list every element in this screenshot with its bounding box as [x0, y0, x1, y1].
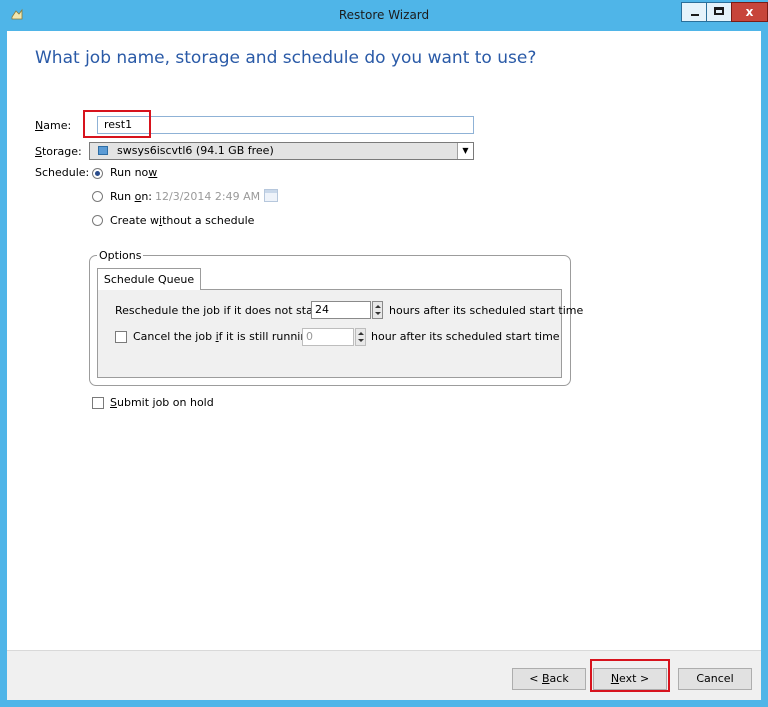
- maximize-icon: [714, 7, 724, 15]
- cancel-job-checkbox[interactable]: [115, 331, 127, 343]
- maximize-button[interactable]: [706, 2, 732, 22]
- reschedule-hours-stepper[interactable]: [372, 301, 383, 319]
- name-highlight-box: [83, 110, 151, 138]
- schedule-label: Schedule:: [35, 166, 90, 179]
- chevron-down-icon[interactable]: ▼: [457, 143, 473, 159]
- cancel-job-label[interactable]: Cancel the job if it is still running: [133, 330, 314, 343]
- window-title: Restore Wizard: [338, 8, 430, 22]
- calendar-icon[interactable]: [264, 189, 278, 202]
- back-button[interactable]: < Back: [512, 668, 586, 690]
- storage-value: swsys6iscvtl6 (94.1 GB free): [117, 144, 274, 157]
- close-icon: x: [745, 5, 754, 19]
- storage-dropdown[interactable]: swsys6iscvtl6 (94.1 GB free) ▼: [89, 142, 474, 160]
- run-on-label[interactable]: Run on:: [110, 190, 152, 203]
- page-heading: What job name, storage and schedule do y…: [35, 48, 537, 68]
- minimize-button[interactable]: [681, 2, 707, 22]
- cancel-suffix: hour after its scheduled start time: [371, 330, 560, 343]
- cancel-hours-stepper[interactable]: [355, 328, 366, 346]
- cancel-button[interactable]: Cancel: [678, 668, 752, 690]
- close-button[interactable]: x: [731, 2, 768, 22]
- name-input[interactable]: rest1: [97, 116, 474, 134]
- submit-on-hold-checkbox[interactable]: [92, 397, 104, 409]
- run-now-radio[interactable]: [92, 168, 103, 179]
- title-bar[interactable]: Restore Wizard x: [0, 0, 768, 31]
- options-legend: Options: [97, 249, 144, 262]
- submit-on-hold-label[interactable]: Submit job on hold: [110, 396, 214, 409]
- reschedule-label: Reschedule the job if it does not start: [115, 304, 322, 317]
- cancel-hours-input[interactable]: 0: [302, 328, 354, 346]
- reschedule-suffix: hours after its scheduled start time: [389, 304, 584, 317]
- minimize-icon: [691, 14, 699, 16]
- storage-label: Storage:: [35, 145, 82, 158]
- create-without-schedule-label[interactable]: Create without a schedule: [110, 214, 254, 227]
- create-without-schedule-radio[interactable]: [92, 215, 103, 226]
- run-now-label[interactable]: Run now: [110, 166, 157, 179]
- tab-schedule-queue[interactable]: Schedule Queue: [97, 268, 201, 290]
- next-highlight-box: [590, 659, 670, 692]
- reschedule-hours-input[interactable]: 24: [311, 301, 371, 319]
- name-label: Name:: [35, 119, 72, 132]
- run-on-datetime-field[interactable]: 12/3/2014 2:49 AM: [155, 188, 265, 205]
- run-on-radio[interactable]: [92, 191, 103, 202]
- storage-device-icon: [98, 146, 108, 155]
